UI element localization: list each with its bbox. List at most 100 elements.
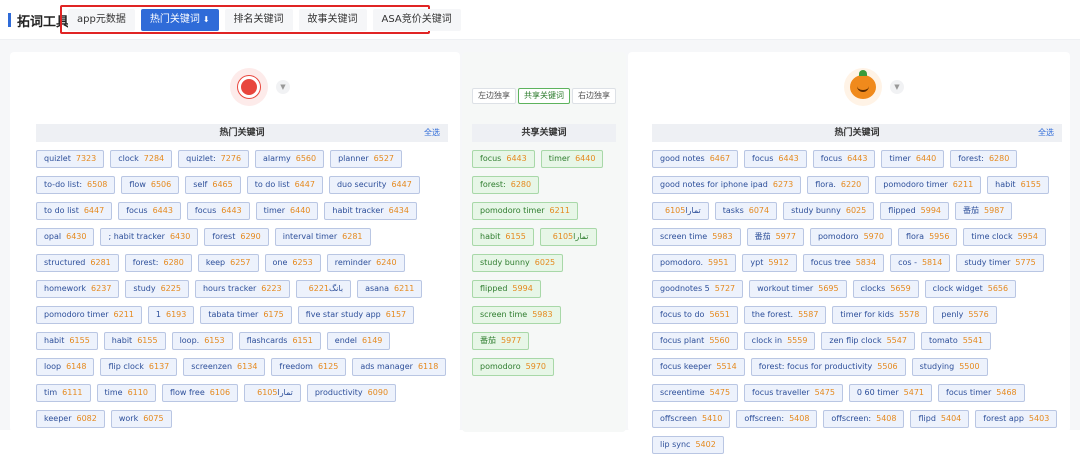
keyword-chip[interactable]: flashcards 6151 — [238, 332, 321, 350]
keyword-chip[interactable]: loop 6148 — [36, 358, 95, 376]
keyword-chip[interactable]: screen time 5983 — [652, 228, 741, 246]
keyword-chip[interactable]: study timer 5775 — [956, 254, 1044, 272]
keyword-chip[interactable]: quizlet 7323 — [36, 150, 105, 168]
keyword-chip[interactable]: tabata timer 6175 — [200, 306, 292, 324]
keyword-chip[interactable]: تمارا6105 — [244, 384, 301, 402]
keyword-chip[interactable]: clock widget 5656 — [924, 280, 1017, 298]
keyword-chip[interactable]: planner 6527 — [330, 150, 403, 168]
keyword-chip[interactable]: screen time 5983 — [472, 306, 561, 324]
keyword-chip[interactable]: endel 6149 — [326, 332, 391, 350]
keyword-chip[interactable]: screentime 5475 — [652, 384, 739, 402]
keyword-chip[interactable]: forest: 6280 — [950, 150, 1018, 168]
keyword-chip[interactable]: بانگ6221 — [295, 280, 352, 298]
keyword-chip[interactable]: opal 6430 — [36, 228, 95, 246]
toggle-left-only[interactable]: 左边独享 — [472, 88, 516, 104]
keyword-chip[interactable]: time 6110 — [96, 384, 156, 402]
keyword-chip[interactable]: workout timer 5695 — [749, 280, 847, 298]
tab-ranking-keywords[interactable]: 排名关键词 — [224, 8, 293, 31]
keyword-chip[interactable]: self 6465 — [185, 176, 241, 194]
keyword-chip[interactable]: focus 6443 — [118, 202, 181, 220]
keyword-chip[interactable]: pomodoro timer 6211 — [36, 306, 142, 324]
keyword-chip[interactable]: focus plant 5560 — [652, 332, 738, 350]
keyword-chip[interactable]: focus traveller 5475 — [744, 384, 843, 402]
keyword-chip[interactable]: ; habit tracker 6430 — [100, 228, 199, 246]
keyword-chip[interactable]: screenzen 6134 — [183, 358, 266, 376]
keyword-chip[interactable]: alarmy 6560 — [255, 150, 325, 168]
keyword-chip[interactable]: 1 6193 — [147, 306, 195, 324]
keyword-chip[interactable]: 0 60 timer 5471 — [848, 384, 932, 402]
keyword-chip[interactable]: ads manager 6118 — [352, 358, 447, 376]
keyword-chip[interactable]: offscreen 5410 — [652, 410, 731, 428]
keyword-chip[interactable]: habit 6155 — [987, 176, 1049, 194]
keyword-chip[interactable]: forest: focus for productivity 5506 — [750, 358, 906, 376]
keyword-chip[interactable]: goodnotes 5 5727 — [652, 280, 744, 298]
keyword-chip[interactable]: to do list 6447 — [36, 202, 113, 220]
keyword-chip[interactable]: focus to do 5651 — [652, 306, 738, 324]
keyword-chip[interactable]: one 6253 — [264, 254, 321, 272]
keyword-chip[interactable]: focus 6443 — [812, 150, 876, 168]
keyword-chip[interactable]: time clock 5954 — [963, 228, 1046, 246]
keyword-chip[interactable]: pomodoro timer 6211 — [472, 202, 578, 220]
keyword-chip[interactable]: structured 6281 — [36, 254, 119, 272]
keyword-chip[interactable]: productivity 6090 — [306, 384, 397, 402]
keyword-chip[interactable]: penly 5576 — [933, 306, 997, 324]
keyword-chip[interactable]: flora 5956 — [897, 228, 958, 246]
keyword-chip[interactable]: to do list 6447 — [246, 176, 323, 194]
keyword-chip[interactable]: tim 6111 — [36, 384, 91, 402]
keyword-chip[interactable]: offscreen: 5408 — [736, 410, 818, 428]
keyword-chip[interactable]: habit tracker 6434 — [324, 202, 417, 220]
keyword-chip[interactable]: ypt 5912 — [742, 254, 797, 272]
left-select-all-link[interactable]: 全选 — [424, 124, 440, 142]
keyword-chip[interactable]: flipped 5994 — [472, 280, 541, 298]
keyword-chip[interactable]: forest: 6280 — [124, 254, 192, 272]
keyword-chip[interactable]: study bunny 6025 — [472, 254, 564, 272]
keyword-chip[interactable]: study bunny 6025 — [783, 202, 875, 220]
keyword-chip[interactable]: duo security 6447 — [328, 176, 420, 194]
keyword-chip[interactable]: forest: 6280 — [472, 176, 540, 194]
chevron-down-icon[interactable]: ▼ — [890, 80, 904, 94]
toggle-shared[interactable]: 共享关键词 — [518, 88, 570, 104]
keyword-chip[interactable]: تمارا6105 — [539, 228, 597, 246]
keyword-chip[interactable]: focus timer 5468 — [938, 384, 1025, 402]
keyword-chip[interactable]: focus tree 5834 — [802, 254, 885, 272]
keyword-chip[interactable]: hours tracker 6223 — [194, 280, 290, 298]
right-select-all-link[interactable]: 全选 — [1038, 124, 1054, 142]
keyword-chip[interactable]: offscreen: 5408 — [823, 410, 905, 428]
tab-story-keywords[interactable]: 故事关键词 — [298, 8, 367, 31]
keyword-chip[interactable]: study 6225 — [125, 280, 189, 298]
keyword-chip[interactable]: flipped 5994 — [880, 202, 950, 220]
keyword-chip[interactable]: to-do list: 6508 — [36, 176, 116, 194]
keyword-chip[interactable]: flow 6506 — [121, 176, 180, 194]
keyword-chip[interactable]: habit 6155 — [36, 332, 98, 350]
keyword-chip[interactable]: work 6075 — [110, 410, 172, 428]
keyword-chip[interactable]: tasks 6074 — [714, 202, 778, 220]
keyword-chip[interactable]: timer 6440 — [255, 202, 319, 220]
keyword-chip[interactable]: the forest. 5587 — [743, 306, 827, 324]
keyword-chip[interactable]: interval timer 6281 — [274, 228, 371, 246]
keyword-chip[interactable]: studying 5500 — [911, 358, 988, 376]
keyword-chip[interactable]: clock in 5559 — [743, 332, 816, 350]
keyword-chip[interactable]: keep 6257 — [197, 254, 259, 272]
keyword-chip[interactable]: quizlet: 7276 — [178, 150, 250, 168]
keyword-chip[interactable]: cos - 5814 — [890, 254, 951, 272]
tab-hot-keywords[interactable]: 热门关键词 ⬇ — [140, 8, 219, 31]
keyword-chip[interactable]: pomodoro 5970 — [809, 228, 892, 246]
right-app-selector[interactable]: ▼ — [844, 68, 904, 106]
keyword-chip[interactable]: timer 6440 — [881, 150, 945, 168]
keyword-chip[interactable]: tomato 5541 — [920, 332, 992, 350]
keyword-chip[interactable]: zen flip clock 5547 — [821, 332, 915, 350]
keyword-chip[interactable]: keeper 6082 — [36, 410, 105, 428]
keyword-chip[interactable]: 番茄 5977 — [472, 332, 530, 350]
keyword-chip[interactable]: focus 6443 — [472, 150, 535, 168]
keyword-chip[interactable]: flipd 5404 — [910, 410, 970, 428]
keyword-chip[interactable]: timer for kids 5578 — [832, 306, 928, 324]
left-app-selector[interactable]: ▼ — [230, 68, 290, 106]
tab-app-metadata[interactable]: app元数据 — [68, 8, 135, 31]
keyword-chip[interactable]: clocks 5659 — [852, 280, 919, 298]
keyword-chip[interactable]: flip clock 6137 — [100, 358, 178, 376]
keyword-chip[interactable]: flow free 6106 — [161, 384, 239, 402]
keyword-chip[interactable]: five star study app 6157 — [297, 306, 415, 324]
keyword-chip[interactable]: focus keeper 5514 — [652, 358, 745, 376]
keyword-chip[interactable]: good notes 6467 — [652, 150, 739, 168]
keyword-chip[interactable]: pomodoro. 5951 — [652, 254, 737, 272]
